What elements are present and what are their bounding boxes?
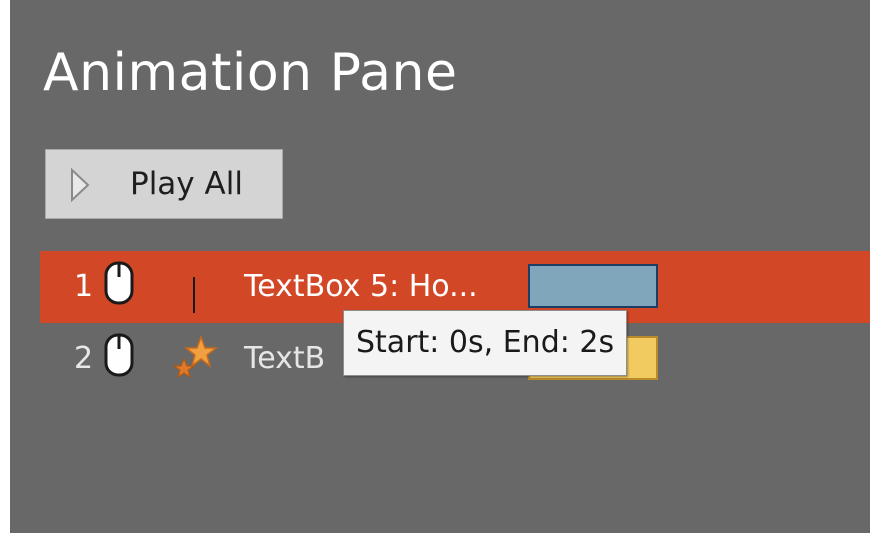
animation-number: 2 [74,341,94,376]
animation-pane: Animation Pane Play All 1 TextBox 5: Ho.… [10,0,870,533]
timing-bar[interactable] [528,264,658,308]
play-icon [71,168,90,202]
animation-label: TextBox 5: Ho... [244,269,478,304]
pane-title: Animation Pane [43,43,458,103]
animation-label: TextB [244,341,326,376]
line-path-icon [193,277,195,313]
star-effect-icon [172,334,219,379]
animation-number: 1 [74,269,94,304]
play-all-button[interactable]: Play All [45,149,283,219]
mouse-click-icon [104,261,134,305]
play-all-label: Play All [130,166,243,202]
mouse-click-icon [104,333,134,377]
timing-tooltip: Start: 0s, End: 2s [343,310,628,376]
